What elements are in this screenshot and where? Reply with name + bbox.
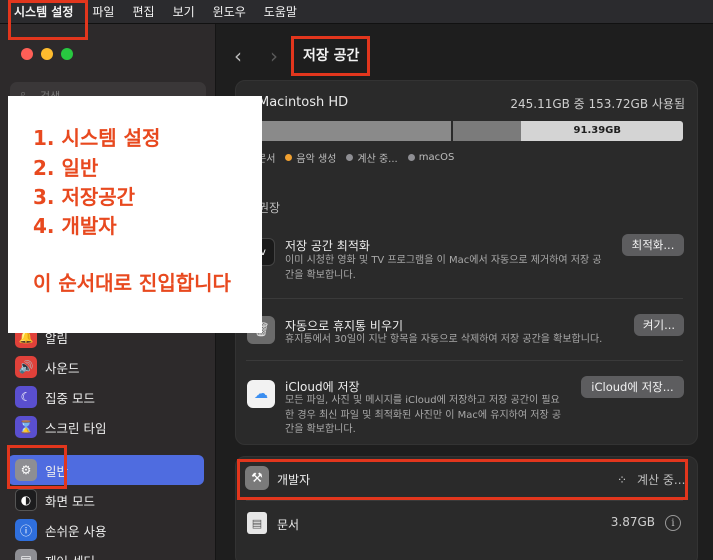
turn-on-button[interactable]: 켜기... (634, 314, 684, 336)
optimize-button[interactable]: 최적화... (622, 234, 684, 256)
sidebar-item-label: 집중 모드 (45, 390, 95, 406)
legend-dot (346, 154, 354, 161)
icloud-desc: 모든 파일, 사진 및 메시지를 iCloud에 저장하고 저장 공간이 필요한… (285, 395, 562, 435)
sidebar-item-focus[interactable]: ☾ 집중 모드 (8, 382, 204, 412)
info-icon[interactable]: i (665, 515, 681, 531)
menu-window[interactable]: 윈도우 (204, 0, 255, 24)
sidebar-item-label: 스크린 타임 (45, 420, 107, 436)
sidebar-item-appearance[interactable]: ◐ 화면 모드 (8, 485, 204, 515)
annotation-line: 1. 시스템 설정 (33, 126, 161, 150)
annotation-line: 4. 개발자 (33, 214, 117, 238)
zoom-window-button[interactable] (61, 48, 73, 60)
highlight-system-settings (8, 0, 88, 40)
sidebar-item-label: 손쉬운 사용 (45, 523, 107, 539)
accessibility-icon: ⓘ (15, 519, 37, 541)
documents-row-title[interactable]: 문서 (277, 516, 299, 533)
legend-item: 음악 생성 (285, 150, 336, 165)
legend-label: 계산 중... (357, 154, 398, 165)
empty-trash-title: 자동으로 휴지통 비우기 (285, 319, 404, 333)
optimize-storage-title: 저장 공간 최적화 (285, 239, 370, 253)
legend-label: macOS (418, 152, 455, 163)
sidebar-item-label: 사운드 (45, 360, 80, 376)
storage-bar-used-segment (246, 121, 451, 141)
icloud-title: iCloud에 저장 (285, 380, 360, 394)
store-in-icloud-button[interactable]: iCloud에 저장... (581, 376, 684, 398)
moon-icon: ☾ (15, 386, 37, 408)
hourglass-icon: ⌛ (15, 416, 37, 438)
speaker-icon: 🔊 (15, 356, 37, 378)
annotation-line: 이 순서대로 진입합니다 (33, 271, 231, 295)
divider (246, 500, 683, 501)
annotation-note: 1. 시스템 설정 2. 일반 3. 저장공간 4. 개발자 이 순서대로 진입… (8, 96, 262, 333)
disk-name: Macintosh HD (258, 95, 349, 110)
sidebar-item-label: 제어 센터 (45, 551, 95, 560)
sidebar-item-screen-time[interactable]: ⌛ 스크린 타임 (8, 412, 204, 442)
icloud-icon: ☁ (247, 380, 275, 408)
document-icon: ▤ (247, 512, 267, 534)
minimize-window-button[interactable] (41, 48, 53, 60)
legend-dot (407, 154, 415, 161)
empty-trash-desc: 휴지통에서 30일이 지난 항목을 자동으로 삭제하여 저장 공간을 확보합니다… (285, 334, 603, 345)
storage-bar: 91.39GB (246, 121, 683, 141)
divider (246, 298, 683, 299)
close-window-button[interactable] (21, 48, 33, 60)
legend-item: macOS (407, 152, 455, 163)
menu-file[interactable]: 파일 (83, 0, 123, 24)
sidebar-item-accessibility[interactable]: ⓘ 손쉬운 사용 (8, 515, 204, 545)
menu-help[interactable]: 도움말 (255, 0, 306, 24)
optimize-storage-desc: 이미 시청한 영화 및 TV 프로그램을 이 Mac에서 자동으로 제거하여 저… (285, 255, 602, 281)
menu-bar: 시스템 설정 파일 편집 보기 윈도우 도움말 (0, 0, 713, 24)
annotation-line: 2. 일반 (33, 156, 99, 180)
menu-edit[interactable]: 편집 (123, 0, 163, 24)
sidebar-item-label: 화면 모드 (45, 493, 95, 509)
storage-legend: 문서 음악 생성 계산 중... macOS (246, 150, 464, 165)
legend-label: 음악 생성 (296, 154, 337, 165)
highlight-storage-title (291, 36, 370, 76)
appearance-icon: ◐ (15, 489, 37, 511)
storage-bar-macos-segment (453, 121, 521, 141)
annotation-line: 3. 저장공간 (33, 185, 136, 209)
sidebar-item-sound[interactable]: 🔊 사운드 (8, 352, 204, 382)
back-button[interactable]: ‹ (234, 44, 242, 68)
highlight-developer (237, 459, 688, 500)
forward-button[interactable]: › (270, 44, 278, 68)
disk-usage: 245.11GB 중 153.72GB 사용됨 (510, 97, 685, 111)
sidebar-item-control-center[interactable]: ▤ 제어 센터 (8, 545, 204, 560)
menu-view[interactable]: 보기 (164, 0, 204, 24)
legend-dot (285, 154, 293, 161)
free-space-label: 91.39GB (573, 125, 621, 136)
divider (246, 360, 683, 361)
highlight-general (7, 445, 67, 489)
legend-item: 계산 중... (346, 150, 398, 165)
control-center-icon: ▤ (15, 549, 37, 560)
documents-row-size: 3.87GB (610, 515, 655, 529)
